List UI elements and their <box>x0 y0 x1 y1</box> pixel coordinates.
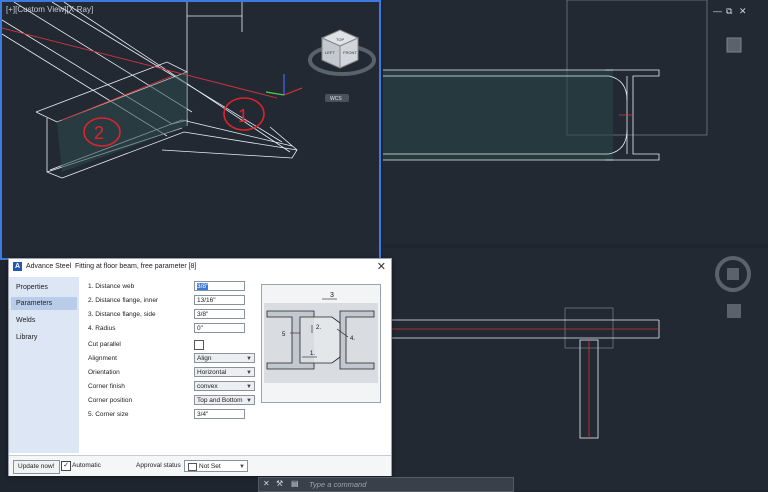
beam-web-shading <box>57 72 187 172</box>
corner-finish-select[interactable]: convex ▼ <box>194 381 255 391</box>
distance-flange-side-label: 3. Distance flange, side <box>88 311 156 318</box>
radius-input[interactable]: 0" <box>194 323 245 333</box>
annotation-number-one: 1 <box>238 106 248 126</box>
viewcube-front-face: FRONT <box>343 50 357 55</box>
preview-diagram: 3 2. 1. 5 4. <box>264 292 378 383</box>
dialog-title: Fitting at floor beam, free parameter [8… <box>75 263 197 270</box>
dialog-app-name: Advance Steel <box>26 263 72 270</box>
alignment-select[interactable]: Align ▼ <box>194 353 255 363</box>
alignment-label: Alignment <box>88 355 117 362</box>
chevron-down-icon: ▼ <box>246 370 252 376</box>
floor-beam-outline <box>383 319 660 439</box>
corner-size-input[interactable]: 3/4" <box>194 409 245 419</box>
viewcube-top-face: TOP <box>336 37 344 42</box>
preview-dim-3: 3 <box>330 292 334 299</box>
preview-dim-2: 2. <box>316 325 321 331</box>
advance-steel-logo-icon: A <box>13 262 22 271</box>
sidebar-item-parameters[interactable]: Parameters <box>11 297 77 310</box>
corner-finish-label: Corner finish <box>88 383 125 390</box>
model-2d-canvas-top <box>383 0 742 161</box>
viewport-top-right[interactable]: — ⧉ ✕ <box>383 0 768 244</box>
dialog-footer: Update now! ✓ Automatic Approval status … <box>9 455 391 476</box>
minimize-icon[interactable]: — <box>713 6 722 16</box>
annotation-number-two: 2 <box>94 123 104 143</box>
close-icon[interactable]: ✕ <box>739 6 747 17</box>
fitting-dialog: A Advance Steel Fitting at floor beam, f… <box>8 258 392 476</box>
distance-flange-inner-label: 2. Distance flange, inner <box>88 297 159 304</box>
distance-web-value[interactable]: 3/8" <box>197 283 209 290</box>
dialog-sidebar: Properties Parameters Welds Library <box>9 277 79 453</box>
ucs-icon <box>265 74 303 96</box>
alignment-value: Align <box>197 355 212 362</box>
update-now-button[interactable]: Update now! <box>13 460 60 474</box>
distance-flange-side-input[interactable]: 3/8" <box>194 309 245 319</box>
navigation-wheel[interactable] <box>715 256 751 318</box>
approval-status-select[interactable]: Not Set ▼ <box>184 460 248 472</box>
cut-parallel-label: Cut parallel <box>88 341 121 348</box>
automatic-checkbox[interactable]: ✓ <box>61 461 71 471</box>
sidebar-item-library[interactable]: Library <box>11 331 77 344</box>
model-3d-canvas[interactable]: 2 1 TOP LEFT FRONT WCS <box>2 2 381 260</box>
parameter-preview-image: 3 2. 1. 5 4. <box>261 284 381 403</box>
command-input[interactable]: Type a command <box>309 480 366 489</box>
viewcube-mini[interactable] <box>726 37 742 53</box>
chevron-down-icon: ▼ <box>246 356 252 362</box>
distance-web-input[interactable]: 3/8" <box>194 281 245 291</box>
approval-color-swatch <box>188 463 197 471</box>
sidebar-item-welds[interactable]: Welds <box>11 314 77 327</box>
chevron-down-icon: ▼ <box>239 464 245 470</box>
dialog-close-icon[interactable]: ✕ <box>377 260 386 273</box>
viewcube-left-face: LEFT <box>325 50 335 55</box>
chevron-down-icon: ▼ <box>246 384 252 390</box>
radius-label: 4. Radius <box>88 325 116 332</box>
approval-status-label: Approval status <box>136 462 181 469</box>
corner-position-value: Top and Bottom <box>197 397 243 404</box>
orientation-value: Horizontal <box>197 369 227 376</box>
distance-flange-inner-input[interactable]: 13/16" <box>194 295 245 305</box>
dialog-titlebar[interactable]: A Advance Steel Fitting at floor beam, f… <box>9 259 391 275</box>
corner-size-label: 5. Corner size <box>88 411 129 418</box>
command-history-icon[interactable]: ▤ <box>291 479 299 488</box>
corner-position-label: Corner position <box>88 397 133 404</box>
wcs-label: WCS <box>330 96 342 102</box>
orientation-select[interactable]: Horizontal ▼ <box>194 367 255 377</box>
orientation-label: Orientation <box>88 369 120 376</box>
viewcube[interactable]: TOP LEFT FRONT <box>308 29 376 76</box>
restore-icon[interactable]: ⧉ <box>726 6 732 17</box>
wrench-icon[interactable]: ⚒ <box>276 479 283 488</box>
chevron-down-icon: ▼ <box>246 398 252 404</box>
cut-parallel-checkbox[interactable] <box>194 340 204 350</box>
viewport-3d-custom[interactable]: [+][Custom View][X-Ray] 2 1 TOP LEFT FRO… <box>0 0 381 260</box>
model-2d-canvas-bottom <box>383 256 751 439</box>
preview-dim-4: 4. <box>350 336 355 342</box>
automatic-label: Automatic <box>72 462 101 469</box>
distance-web-label: 1. Distance web <box>88 283 135 290</box>
corner-finish-value: convex <box>197 383 218 390</box>
corner-position-select[interactable]: Top and Bottom ▼ <box>194 395 255 405</box>
close-command-icon[interactable]: ✕ <box>263 479 270 488</box>
approval-status-value: Not Set <box>199 463 221 470</box>
preview-dim-1: 1. <box>310 351 315 357</box>
viewport-bottom-right[interactable] <box>383 248 768 490</box>
sidebar-item-properties[interactable]: Properties <box>11 281 77 294</box>
